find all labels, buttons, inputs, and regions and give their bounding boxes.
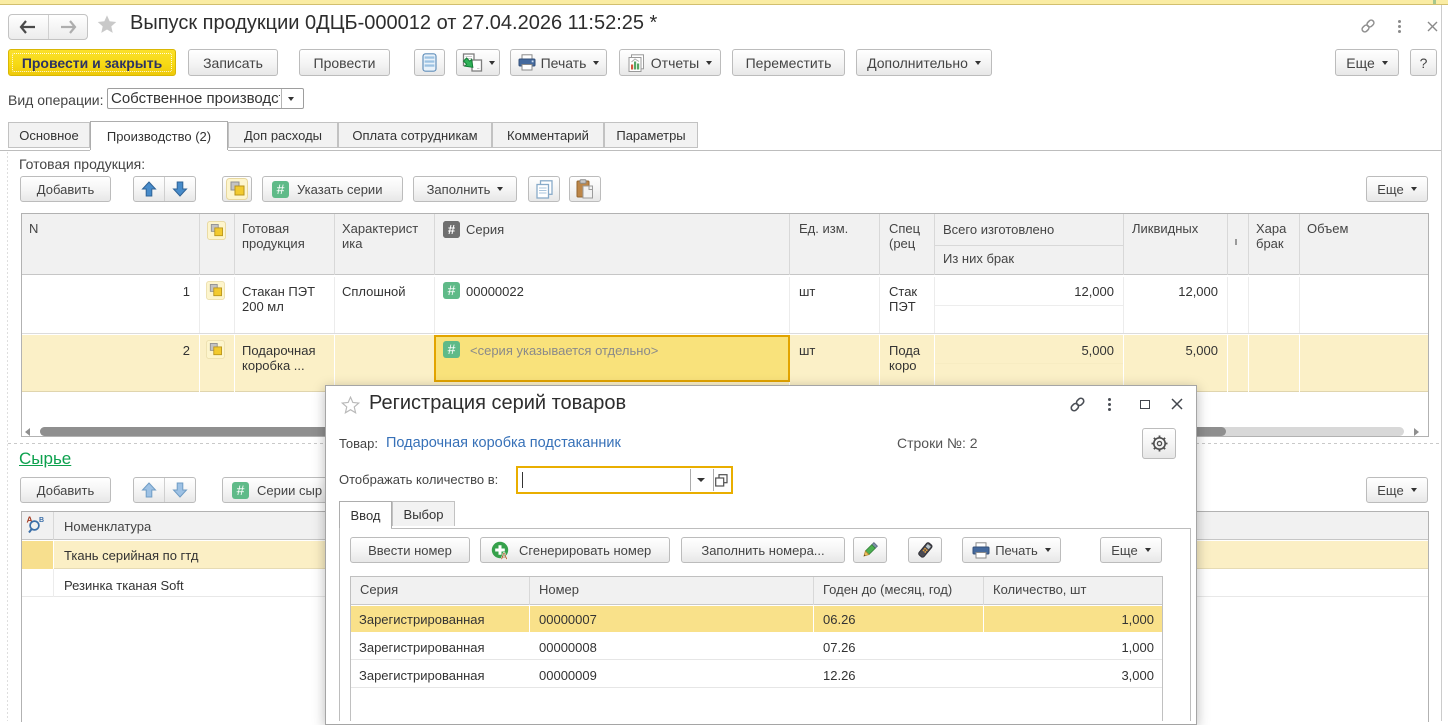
svg-text:A: A xyxy=(501,551,508,560)
svg-text:B: B xyxy=(39,517,44,524)
